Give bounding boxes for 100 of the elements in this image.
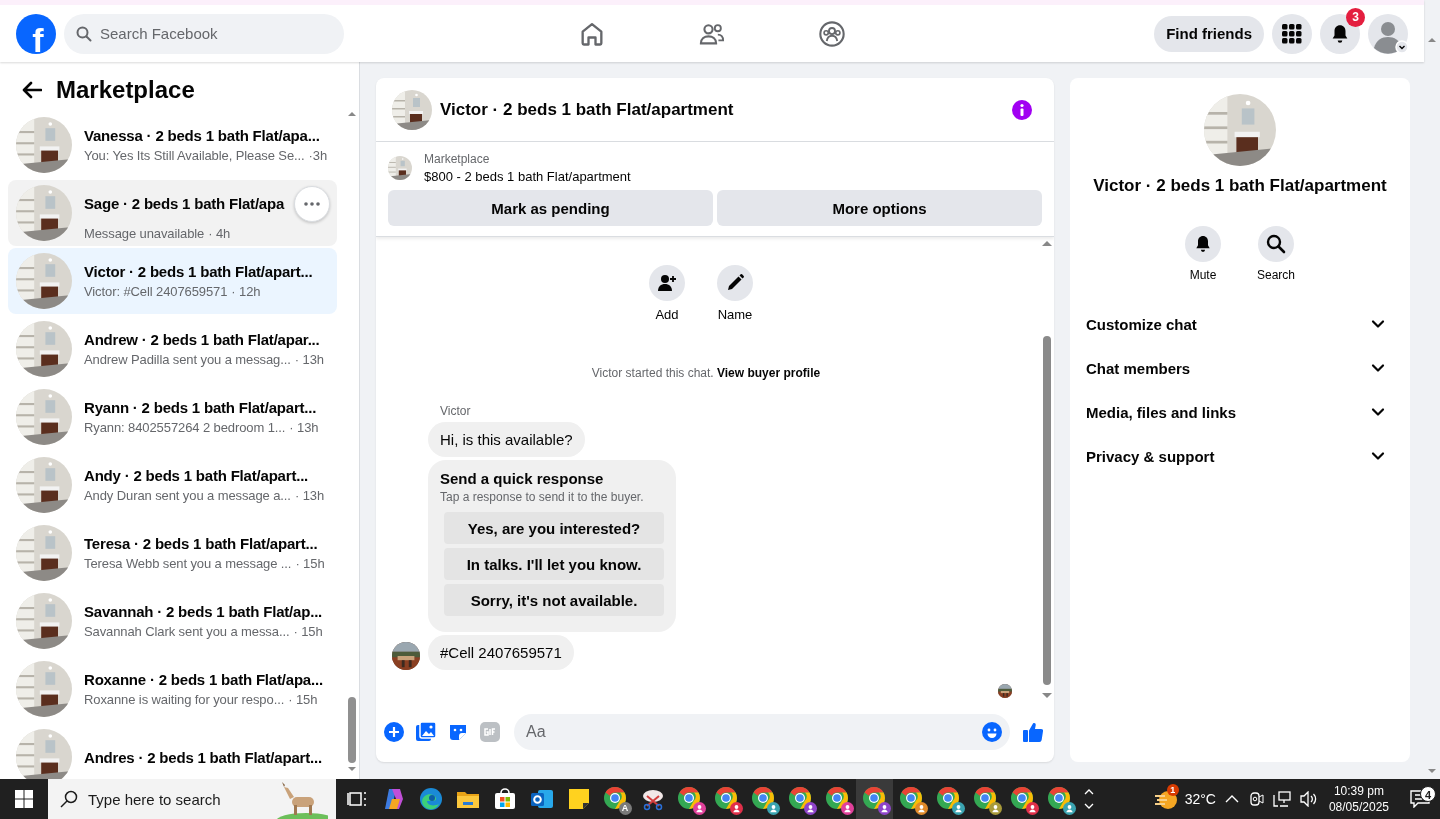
browser-icon[interactable] <box>713 786 740 812</box>
donkey-drawing <box>276 781 328 819</box>
message-input[interactable]: Aa <box>514 714 1010 750</box>
chat-title: Victor · 2 beds 1 bath Flat/apartment <box>1093 176 1387 196</box>
conversation-item[interactable]: Teresa · 2 beds 1 bath Flat/apart... Teresa Webb sent you a message ... · 15h <box>8 520 337 586</box>
browser-icon[interactable] <box>1046 786 1073 812</box>
message-preview: You: Yes Its Still Available, Please Se... <box>84 148 305 163</box>
message-preview: Ryann: 8402557264 2 bedroom 1... <box>84 420 286 435</box>
conversation-item[interactable]: Andy · 2 beds 1 bath Flat/apart... Andy Duran sent you a message a... · 13h <box>8 452 337 518</box>
message-time: · 13h <box>289 420 319 435</box>
browser-icon[interactable] <box>1009 786 1036 812</box>
more-icon <box>304 201 321 206</box>
scrollbar[interactable] <box>346 112 358 771</box>
volume-icon[interactable] <box>1299 791 1318 807</box>
plus-icon[interactable] <box>384 722 404 742</box>
quick-reply-button[interactable]: Yes, are you interested? <box>444 512 664 544</box>
page-title: Marketplace <box>56 76 195 104</box>
add-person-icon <box>657 273 677 293</box>
conversation-item[interactable]: Ryann · 2 beds 1 bath Flat/apart... Ryann: 8402557264 2 bedroom 1... · 13h <box>8 384 337 450</box>
message-preview: Roxanne is waiting for your respo... <box>84 692 285 707</box>
action-button[interactable]: Mark as pending <box>388 190 713 226</box>
message-preview: Andrew Padilla sent you a messag... <box>84 352 291 367</box>
card-subtitle: Tap a response to send it to the buyer. <box>440 490 645 504</box>
emoji-icon[interactable] <box>982 722 1002 742</box>
notification-count: 3 <box>1346 7 1365 27</box>
browser-icon[interactable] <box>750 786 777 812</box>
message-bubble: #Cell 2407659571 <box>428 635 574 670</box>
conversation-item[interactable]: Roxanne · 2 beds 1 bath Flat/apa... Roxanne is waiting for your respo... · 15h <box>8 656 337 722</box>
task-view-icon[interactable] <box>346 789 367 809</box>
conversation-title: Ryann · 2 beds 1 bath Flat/apart... <box>84 399 317 416</box>
quick-reply-button[interactable]: In talks. I'll let you know. <box>444 548 664 580</box>
buyer-profile-link[interactable]: View buyer profile <box>717 366 821 380</box>
message-time: · 12h <box>231 284 261 299</box>
conversation-item[interactable]: Victor · 2 beds 1 bath Flat/apart... Victor: #Cell 2407659571 · 12h <box>8 248 337 314</box>
conversation-title: Roxanne · 2 beds 1 bath Flat/apa... <box>84 671 323 688</box>
message-time: ·3h <box>308 148 328 163</box>
browser-icon[interactable] <box>676 786 703 812</box>
conversation-item[interactable]: Andrew · 2 beds 1 bath Flat/apar... Andrew Padilla sent you a messag... · 13h <box>8 316 337 382</box>
clock-date[interactable]: 08/05/2025 <box>1328 800 1389 814</box>
chevron-up-icon[interactable] <box>1224 795 1239 803</box>
notification-count: 4 <box>1420 786 1436 802</box>
conversation-item[interactable]: Savannah · 2 beds 1 bath Flat/ap... Savannah Clark sent you a messa... · 15h <box>8 588 337 654</box>
sender-name: Victor <box>440 404 472 418</box>
find-friends-button[interactable]: Find friends <box>1154 15 1264 52</box>
profile-avatar-icon[interactable] <box>1368 13 1408 54</box>
facebook-logo[interactable]: f <box>16 13 56 54</box>
message-preview: Savannah Clark sent you a messa... <box>84 624 290 639</box>
chevron-down-icon[interactable] <box>1084 803 1094 809</box>
message-preview: Victor: #Cell 2407659571 <box>84 284 228 299</box>
outlook-icon[interactable] <box>529 787 554 811</box>
menu-button[interactable] <box>1272 13 1312 54</box>
camera-icon[interactable] <box>1247 791 1264 807</box>
groups-icon[interactable] <box>818 19 846 48</box>
action-button[interactable]: More options <box>717 190 1042 226</box>
chat-title: Victor · 2 beds 1 bath Flat/apartment <box>440 99 735 120</box>
info-icon[interactable] <box>1012 99 1032 120</box>
conversation-item[interactable]: Vanessa · 2 beds 1 bath Flat/apa... You: Yes Its Still Available, Please Se... ·3h <box>8 112 337 178</box>
weather-icon[interactable] <box>1154 788 1179 810</box>
snipping-tool-icon[interactable] <box>640 787 665 811</box>
notifications-button[interactable] <box>1320 13 1360 54</box>
edge-icon[interactable] <box>418 787 443 811</box>
image-icon[interactable] <box>416 722 436 742</box>
browser-icon[interactable] <box>787 786 814 812</box>
browser-icon[interactable] <box>972 786 999 812</box>
browser-icon[interactable] <box>824 786 851 812</box>
browser-icon[interactable] <box>861 786 888 812</box>
weather-badge: 1 <box>1166 784 1179 796</box>
windows-start-icon[interactable] <box>15 790 33 808</box>
clock-time[interactable]: 10:39 pm <box>1333 784 1384 798</box>
notification-center-icon[interactable] <box>1410 790 1430 808</box>
network-icon[interactable] <box>1272 791 1291 807</box>
thumbs-up-icon[interactable] <box>1022 721 1044 743</box>
listing-title[interactable]: $800 - 2 beds 1 bath Flat/apartment <box>424 169 631 184</box>
message-preview: Andy Duran sent you a message a... <box>84 488 291 503</box>
conversation-title: Sage · 2 beds 1 bath Flat/apa <box>84 195 285 212</box>
browser-icon[interactable]: A <box>602 786 629 812</box>
taskbar-search-field[interactable]: Type here to search <box>48 779 336 819</box>
message-preview: Teresa Webb sent you a message ... <box>84 556 292 571</box>
conversation-title: Vanessa · 2 beds 1 bath Flat/apa... <box>84 127 320 144</box>
section-header[interactable]: Chat members <box>1086 346 1394 390</box>
quick-reply-button[interactable]: Sorry, it's not available. <box>444 584 664 616</box>
section-header[interactable]: Customize chat <box>1086 302 1394 346</box>
temperature: 32°C <box>1184 791 1216 807</box>
search-field[interactable]: Search Facebook <box>64 13 344 54</box>
section-header[interactable]: Media, files and links <box>1086 390 1394 434</box>
chevron-up-icon[interactable] <box>1084 789 1094 795</box>
search-icon <box>60 790 78 808</box>
scroll-down-arrow[interactable] <box>1428 769 1436 773</box>
conversation-item[interactable]: Sage · 2 beds 1 bath Flat/apa Message unavailable · 4h <box>8 180 337 246</box>
back-arrow-icon[interactable] <box>22 81 42 99</box>
store-icon[interactable] <box>492 787 517 811</box>
browser-icon[interactable] <box>898 786 925 812</box>
sticker-icon[interactable] <box>448 722 468 742</box>
section-header[interactable]: Privacy & support <box>1086 434 1394 478</box>
message-time: · 4h <box>208 225 231 241</box>
conversation-title: Teresa · 2 beds 1 bath Flat/apart... <box>84 535 318 552</box>
sticky-note-icon[interactable] <box>566 787 591 811</box>
browser-icon[interactable] <box>935 786 962 812</box>
conversation-title: Victor · 2 beds 1 bath Flat/apart... <box>84 263 313 280</box>
scroll-up-arrow[interactable] <box>1428 38 1436 42</box>
